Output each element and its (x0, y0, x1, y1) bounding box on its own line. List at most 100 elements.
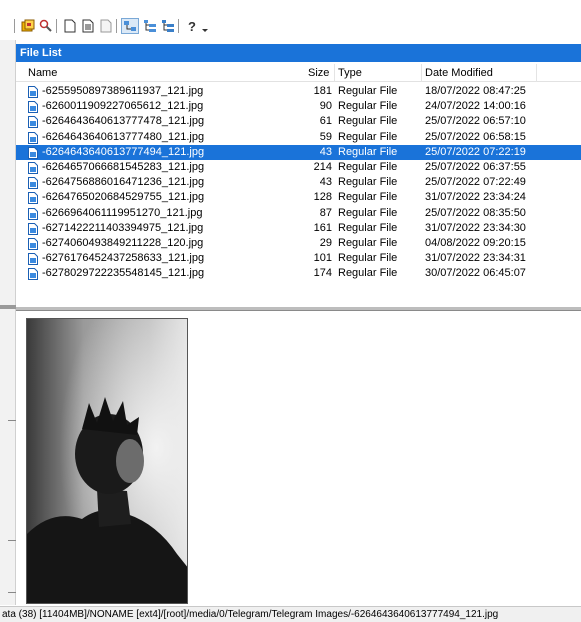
file-size: 87 (319, 206, 332, 219)
column-divider[interactable] (421, 64, 422, 82)
link-view-icon (124, 21, 136, 31)
file-row[interactable]: -6276176452437258633_121.jpg 101 Regular F… (16, 251, 581, 266)
file-row[interactable]: -6264643640613777480_121.jpg 59 Regular Fi… (16, 130, 581, 145)
search-button[interactable] (38, 18, 54, 34)
file-name: -6278029722235548145_121.jpg (42, 267, 205, 280)
file-row[interactable]: -6278029722235548145_121.jpg 174 Regular F… (16, 266, 581, 281)
file-name: -6276176452437258633_121.jpg (42, 252, 205, 265)
file-size: 181 (313, 85, 332, 97)
toolbar: ? (0, 0, 581, 40)
file-row[interactable]: -6264643640613777494_121.jpg 43 Regular Fi… (16, 144, 581, 160)
file-row[interactable]: -6264765020684529755_121.jpg 128 Regular F… (16, 190, 581, 205)
tree-view-button[interactable] (142, 18, 158, 34)
file-type: Regular File (338, 267, 398, 280)
file-date: 25/07/2022 06:57:10 (425, 115, 526, 128)
file-list-title-bar: File List (16, 44, 581, 62)
file-name: -6274060493849211228_120.jpg (42, 236, 204, 249)
document-button[interactable] (80, 18, 96, 34)
file-date: 25/07/2022 07:22:19 (425, 145, 526, 158)
tree-expand-icon (162, 20, 174, 32)
file-size: 128 (313, 191, 332, 204)
file-name: -6264657066681545283_121.jpg (42, 160, 205, 173)
status-path: ata (38) [11404MB]/NONAME [ext4]/[root]/… (2, 609, 499, 620)
file-size: 161 (313, 221, 332, 234)
image-preview (26, 318, 188, 604)
gallery-icon (21, 19, 35, 32)
file-size: 101 (313, 252, 332, 265)
blank-document-icon (100, 19, 112, 33)
link-view-button[interactable] (121, 18, 139, 34)
file-date: 25/07/2022 08:35:50 (425, 206, 526, 219)
file-name: -6271422211403394975_121.jpg (42, 221, 204, 234)
column-divider[interactable] (536, 64, 537, 82)
blank-document-button[interactable] (98, 18, 114, 34)
file-row[interactable]: -6260011909227065612_121.jpg 90 Regular Fi… (16, 99, 581, 114)
toolbar-dropdown[interactable] (200, 18, 210, 34)
file-size: 174 (313, 267, 332, 280)
file-size: 61 (319, 115, 332, 128)
file-row[interactable]: -6264657066681545283_121.jpg 214 Regular F… (16, 160, 581, 175)
new-document-button[interactable] (62, 18, 78, 34)
file-row[interactable]: -6266964061119951270_121.jpg 87 Regular Fi… (16, 206, 581, 221)
column-date-header[interactable]: Date Modified (425, 67, 493, 79)
tree-expand-button[interactable] (160, 18, 176, 34)
splitter-handle[interactable] (0, 305, 16, 309)
toolbar-separator (116, 19, 117, 33)
svg-text:?: ? (188, 19, 196, 33)
file-type: Regular File (338, 160, 398, 173)
left-strip-mark (8, 540, 16, 541)
image-file-icon (28, 237, 38, 250)
file-date: 25/07/2022 06:58:15 (425, 130, 526, 143)
file-date: 31/07/2022 23:34:24 (425, 191, 526, 204)
left-strip-mark (8, 420, 16, 421)
help-icon: ? (188, 19, 196, 33)
file-row[interactable]: -6264643640613777478_121.jpg 61 Regular Fi… (16, 114, 581, 129)
file-type: Regular File (338, 252, 398, 265)
file-type: Regular File (338, 85, 398, 97)
image-file-icon (28, 207, 38, 220)
image-file-icon (28, 177, 38, 190)
file-type: Regular File (338, 236, 398, 249)
help-button[interactable]: ? (184, 18, 200, 34)
file-type: Regular File (338, 100, 398, 113)
image-file-icon (28, 146, 38, 159)
gallery-button[interactable] (20, 18, 36, 34)
file-type: Regular File (338, 115, 398, 128)
toolbar-separator (56, 19, 57, 33)
column-header: Name Size Type Date Modified (16, 64, 581, 82)
file-row[interactable]: -6264756886016471236_121.jpg 43 Regular Fi… (16, 175, 581, 190)
file-name: -6264643640613777478_121.jpg (42, 115, 205, 128)
file-date: 31/07/2022 23:34:30 (425, 221, 526, 234)
file-row[interactable]: -6271422211403394975_121.jpg 161 Regular F… (16, 221, 581, 236)
preview-photo (27, 319, 187, 603)
image-file-icon (28, 161, 38, 174)
file-date: 25/07/2022 06:37:55 (425, 160, 526, 173)
file-type: Regular File (338, 176, 398, 189)
document-icon (82, 19, 94, 33)
image-file-icon (28, 253, 38, 266)
file-date: 31/07/2022 23:34:31 (425, 252, 526, 265)
column-size-header[interactable]: Size (308, 67, 329, 79)
file-date: 24/07/2022 14:00:16 (425, 100, 526, 113)
tree-view-icon (144, 20, 156, 32)
file-size: 59 (319, 130, 332, 143)
file-type: Regular File (338, 130, 398, 143)
status-bar: ata (38) [11404MB]/NONAME [ext4]/[root]/… (0, 606, 581, 622)
column-name-header[interactable]: Name (28, 67, 57, 79)
file-date: 04/08/2022 09:20:15 (425, 236, 526, 249)
image-file-icon (28, 268, 38, 281)
new-document-icon (64, 19, 76, 33)
file-date: 25/07/2022 07:22:49 (425, 176, 526, 189)
file-name: -6260011909227065612_121.jpg (42, 100, 204, 113)
file-row[interactable]: -6255950897389611937_121.jpg 181 Regular F… (16, 84, 581, 99)
column-type-header[interactable]: Type (338, 67, 362, 79)
image-file-icon (28, 116, 38, 129)
file-date: 30/07/2022 06:45:07 (425, 267, 526, 280)
file-list-title: File List (20, 47, 62, 59)
file-name: -6266964061119951270_121.jpg (42, 206, 203, 219)
file-row[interactable]: -6274060493849211228_120.jpg 29 Regular Fi… (16, 236, 581, 251)
file-name: -6255950897389611937_121.jpg (42, 85, 204, 97)
image-file-icon (28, 192, 38, 205)
column-divider[interactable] (334, 64, 335, 82)
file-size: 43 (319, 145, 332, 158)
